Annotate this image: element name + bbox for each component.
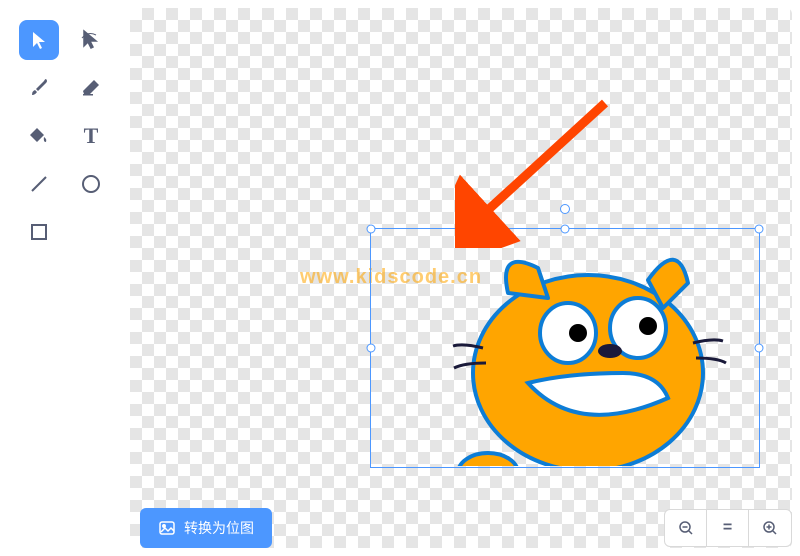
select-tool[interactable] — [19, 20, 59, 60]
reshape-tool[interactable] — [71, 20, 111, 60]
eraser-tool[interactable] — [71, 68, 111, 108]
rectangle-tool[interactable] — [19, 212, 59, 252]
text-tool[interactable]: T — [71, 116, 111, 156]
line-icon — [28, 173, 50, 195]
resize-nw[interactable] — [367, 225, 376, 234]
resize-n[interactable] — [561, 225, 570, 234]
circle-icon — [80, 173, 102, 195]
text-icon: T — [84, 123, 99, 149]
zoom-reset-icon: = — [723, 519, 732, 537]
eraser-icon — [80, 77, 102, 99]
resize-w[interactable] — [367, 344, 376, 353]
zoom-reset-button[interactable]: = — [707, 510, 749, 546]
bottom-controls: 转换为位图 = — [140, 508, 792, 548]
reshape-icon — [80, 29, 102, 51]
convert-bitmap-button[interactable]: 转换为位图 — [140, 508, 272, 548]
image-icon — [158, 519, 176, 537]
selection-box[interactable] — [370, 228, 760, 468]
zoom-out-button[interactable] — [665, 510, 707, 546]
zoom-in-icon — [762, 520, 778, 536]
brush-tool[interactable] — [19, 68, 59, 108]
fill-tool[interactable] — [19, 116, 59, 156]
rotate-handle[interactable] — [560, 204, 570, 214]
canvas-area[interactable]: www.kidscode.cn — [130, 8, 792, 548]
resize-e[interactable] — [755, 344, 764, 353]
brush-icon — [28, 77, 50, 99]
zoom-controls: = — [664, 509, 792, 547]
toolbar: T — [0, 0, 130, 556]
circle-tool[interactable] — [71, 164, 111, 204]
rectangle-icon — [28, 221, 50, 243]
convert-bitmap-label: 转换为位图 — [184, 518, 254, 538]
zoom-in-button[interactable] — [749, 510, 791, 546]
zoom-out-icon — [678, 520, 694, 536]
resize-ne[interactable] — [755, 225, 764, 234]
fill-icon — [28, 125, 50, 147]
select-icon — [29, 30, 49, 50]
line-tool[interactable] — [19, 164, 59, 204]
